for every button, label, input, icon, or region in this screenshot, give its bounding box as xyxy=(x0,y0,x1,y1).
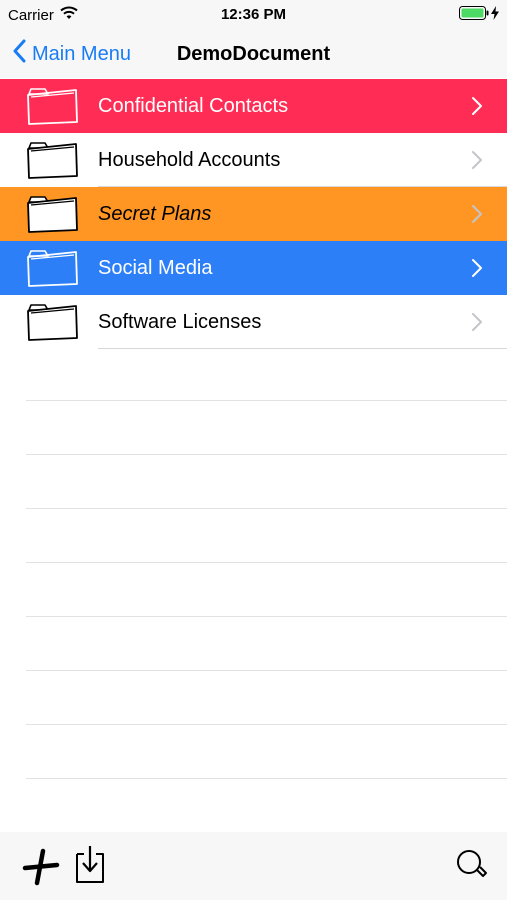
folder-icon xyxy=(26,193,80,235)
chevron-right-icon xyxy=(471,150,483,170)
folder-row[interactable]: Social Media xyxy=(0,241,507,295)
chevron-right-icon xyxy=(471,204,483,224)
empty-row-divider xyxy=(0,779,507,833)
charging-bolt-icon xyxy=(491,6,499,24)
folder-row[interactable]: Software Licenses xyxy=(0,295,507,349)
import-icon[interactable] xyxy=(73,844,107,891)
search-icon[interactable] xyxy=(455,848,489,889)
empty-row-divider xyxy=(0,563,507,617)
chevron-right-icon xyxy=(471,96,483,116)
bottom-toolbar xyxy=(0,832,507,900)
empty-list-area xyxy=(0,347,507,833)
chevron-left-icon xyxy=(12,39,26,69)
folder-label: Software Licenses xyxy=(98,311,262,333)
folder-row[interactable]: Household Accounts xyxy=(0,133,507,187)
battery-indicator xyxy=(459,6,499,24)
folder-icon xyxy=(26,139,80,181)
folder-icon xyxy=(26,85,80,127)
empty-row-divider xyxy=(0,509,507,563)
folder-label: Secret Plans xyxy=(98,203,212,225)
status-bar: Carrier 12:36 PM xyxy=(0,0,507,30)
back-button[interactable]: Main Menu xyxy=(12,30,131,78)
folder-icon xyxy=(26,301,80,343)
folder-row[interactable]: Confidential Contacts xyxy=(0,79,507,133)
battery-icon xyxy=(459,6,489,24)
empty-row-divider xyxy=(0,671,507,725)
back-button-label: Main Menu xyxy=(32,42,131,65)
chevron-right-icon xyxy=(471,258,483,278)
folder-label: Social Media xyxy=(98,257,213,279)
empty-row-divider xyxy=(0,347,507,401)
folder-label: Household Accounts xyxy=(98,149,281,171)
folder-row[interactable]: Secret Plans xyxy=(0,187,507,241)
folder-list: Confidential Contacts Household Accounts… xyxy=(0,79,507,349)
empty-row-divider xyxy=(0,725,507,779)
folder-icon xyxy=(26,247,80,289)
empty-row-divider xyxy=(0,401,507,455)
add-icon[interactable] xyxy=(22,848,60,891)
status-time: 12:36 PM xyxy=(220,6,287,23)
chevron-right-icon xyxy=(471,312,483,332)
empty-row-divider xyxy=(0,455,507,509)
folder-label: Confidential Contacts xyxy=(98,95,289,117)
empty-row-divider xyxy=(0,617,507,671)
navigation-bar: DemoDocument Main Menu xyxy=(0,30,507,78)
